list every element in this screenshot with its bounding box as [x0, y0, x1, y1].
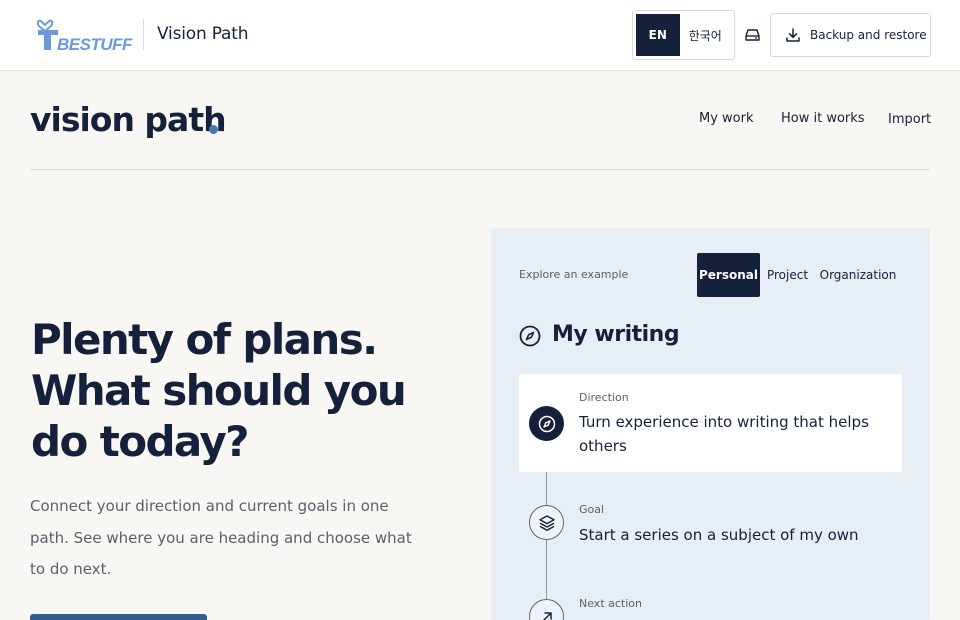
step-label-goal: Goal — [579, 503, 605, 516]
tab-personal[interactable]: Personal — [697, 253, 760, 297]
explore-label: Explore an example — [519, 268, 629, 281]
brand-dot — [209, 125, 218, 134]
brand-wordmark[interactable]: vision path — [30, 100, 227, 139]
backup-restore-label: Backup and restore — [810, 28, 927, 42]
primary-cta-button[interactable] — [30, 614, 207, 620]
hero-title: Plenty of plans. What should you do toda… — [31, 315, 407, 466]
download-icon — [786, 28, 800, 42]
header-divider — [30, 169, 930, 170]
next-action-node — [529, 599, 564, 620]
step-label-direction: Direction — [579, 391, 629, 404]
language-switch: EN 한국어 — [632, 10, 735, 60]
timeline-line — [546, 472, 547, 620]
top-bar: BESTUFF Vision Path EN 한국어 Backup and re… — [0, 0, 960, 71]
lang-ko-button[interactable]: 한국어 — [680, 14, 731, 56]
layers-icon — [538, 514, 555, 531]
app-title: Vision Path — [157, 24, 249, 44]
step-text-direction: Turn experience into writing that helps … — [579, 413, 869, 455]
direction-node — [529, 406, 564, 441]
nav-import[interactable]: Import — [888, 112, 931, 127]
step-label-next-action: Next action — [579, 597, 642, 610]
topbar-divider — [143, 19, 144, 50]
example-panel: Explore an example Personal Project Orga… — [491, 228, 930, 620]
tab-project[interactable]: Project — [765, 253, 810, 297]
arrow-up-right-icon — [541, 611, 552, 620]
hero-description: Connect your direction and current goals… — [30, 497, 412, 578]
backup-restore-button[interactable]: Backup and restore — [770, 13, 931, 57]
logo-text: BESTUFF — [57, 35, 132, 54]
compass-icon — [538, 415, 555, 432]
tab-organization[interactable]: Organization — [820, 253, 897, 297]
compass-icon — [519, 325, 541, 347]
drive-icon[interactable] — [744, 27, 761, 43]
nav-my-work[interactable]: My work — [699, 111, 754, 126]
lang-en-button[interactable]: EN — [636, 14, 680, 56]
nav-how-it-works[interactable]: How it works — [781, 111, 865, 126]
goal-node — [529, 505, 564, 540]
step-text-goal: Start a series on a subject of my own — [579, 526, 859, 544]
section-title: My writing — [552, 322, 680, 347]
bestuff-logo[interactable]: BESTUFF — [36, 16, 132, 54]
